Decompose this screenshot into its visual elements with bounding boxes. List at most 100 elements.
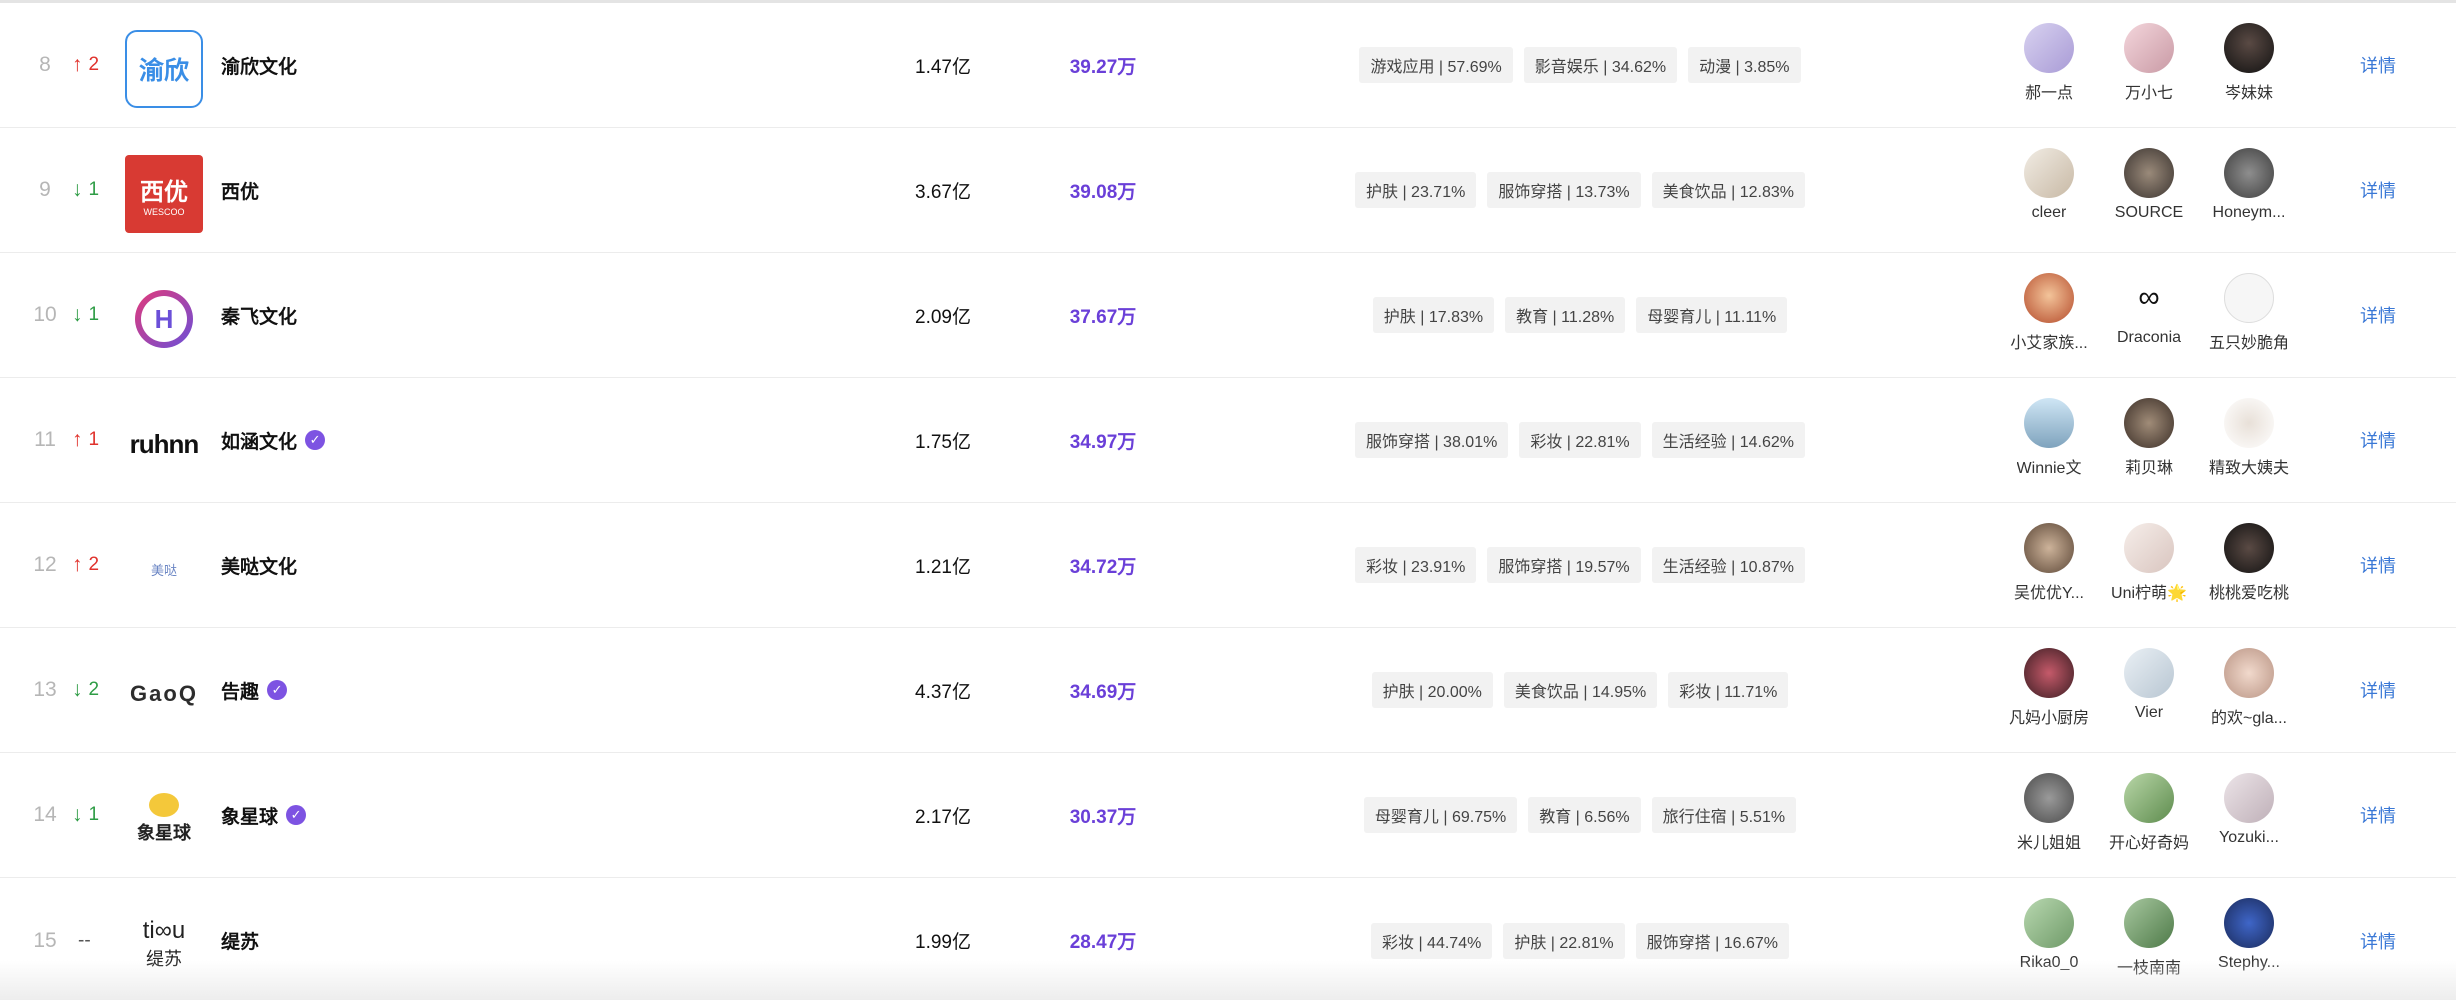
company-name[interactable]: 告趣 ✓ xyxy=(221,628,288,752)
fans-count: 2.17亿 xyxy=(915,806,971,828)
kol-item[interactable]: cleer xyxy=(1999,148,2099,236)
detail-link[interactable]: 详情 xyxy=(2360,753,2396,877)
kol-item[interactable]: 岑妹妹 xyxy=(2199,23,2299,111)
avatar[interactable] xyxy=(2124,148,2174,198)
company-logo[interactable]: 西优 WESCOO xyxy=(125,155,203,233)
category-tag: 彩妆 | 22.81% xyxy=(1519,422,1641,458)
kol-item[interactable]: 的欢~gla... xyxy=(2199,648,2299,736)
kol-item[interactable]: 万小七 xyxy=(2099,23,2199,111)
avatar[interactable] xyxy=(2024,523,2074,573)
avatar[interactable] xyxy=(2224,523,2274,573)
top-kols: 凡妈小厨房 Vier 的欢~gla... xyxy=(1999,648,2299,736)
avatar[interactable] xyxy=(2124,23,2174,73)
top-kols: 郝一点 万小七 岑妹妹 xyxy=(1999,23,2299,111)
category-tag: 护肤 | 17.83% xyxy=(1372,297,1495,333)
kol-name: Yozuki... xyxy=(2219,829,2279,846)
avatar[interactable] xyxy=(2224,398,2274,448)
category-tag: 服饰穿搭 | 38.01% xyxy=(1355,422,1509,458)
company-name[interactable]: 美哒文化 xyxy=(221,503,297,627)
kol-item[interactable]: 五只妙脆角 xyxy=(2199,273,2299,361)
scroll-fade xyxy=(0,960,2456,1000)
avatar[interactable] xyxy=(2224,148,2274,198)
avatar[interactable] xyxy=(2024,648,2074,698)
company-name[interactable]: 如涵文化 ✓ xyxy=(221,378,326,502)
company-name[interactable]: 象星球 ✓ xyxy=(221,753,307,877)
rank-number: 10 xyxy=(33,303,57,326)
category-tag: 护肤 | 23.71% xyxy=(1355,172,1477,208)
rank-number: 12 xyxy=(33,553,57,576)
category-tag: 旅行住宿 | 5.51% xyxy=(1651,797,1797,833)
detail-link[interactable]: 详情 xyxy=(2360,503,2396,627)
avatar[interactable] xyxy=(2224,23,2274,73)
kol-name: 小艾家族... xyxy=(2010,335,2088,352)
kol-item[interactable]: 小艾家族... xyxy=(1999,273,2099,361)
avatar[interactable] xyxy=(2124,898,2174,948)
category-tag: 游戏应用 | 57.69% xyxy=(1359,47,1513,83)
kol-name: 的欢~gla... xyxy=(2210,710,2288,727)
avatar[interactable] xyxy=(2024,773,2074,823)
table-row: 8 ↑ 2 渝欣 渝欣文化 1.47亿 39.27万 游戏应用 | 57.69%… xyxy=(0,3,2456,128)
kol-item[interactable]: Uni柠萌🌟 xyxy=(2099,523,2199,611)
kol-item[interactable]: SOURCE xyxy=(2099,148,2199,236)
kol-item[interactable]: 米儿姐姐 xyxy=(1999,773,2099,861)
detail-link[interactable]: 详情 xyxy=(2360,3,2396,127)
avatar[interactable] xyxy=(2224,773,2274,823)
kol-name: 五只妙脆角 xyxy=(2208,335,2289,352)
avatar[interactable] xyxy=(2124,648,2174,698)
rank-change-value: 1 xyxy=(88,429,100,450)
kol-name: Honeym... xyxy=(2212,204,2286,221)
kol-item[interactable]: 郝一点 xyxy=(1999,23,2099,111)
avatar[interactable] xyxy=(2124,773,2174,823)
company-name[interactable]: 秦飞文化 xyxy=(221,253,297,377)
detail-link[interactable]: 详情 xyxy=(2360,628,2396,752)
top-kols: 米儿姐姐 开心好奇妈 Yozuki... xyxy=(1999,773,2299,861)
avatar[interactable] xyxy=(2224,898,2274,948)
kol-item[interactable]: 精致大姨夫 xyxy=(2199,398,2299,486)
avatar[interactable] xyxy=(2024,398,2074,448)
arrow-up-icon: ↑ xyxy=(72,553,83,576)
company-logo[interactable]: ruhnn xyxy=(125,405,203,483)
kol-item[interactable]: 吴优优Y... xyxy=(1999,523,2099,611)
detail-link[interactable]: 详情 xyxy=(2360,253,2396,377)
avatar[interactable] xyxy=(2124,398,2174,448)
kol-item[interactable]: Yozuki... xyxy=(2199,773,2299,861)
kol-item[interactable]: 莉贝琳 xyxy=(2099,398,2199,486)
rank-change-value: 2 xyxy=(88,679,100,700)
kol-item[interactable]: Winnie文 xyxy=(1999,398,2099,486)
kol-item[interactable]: Vier xyxy=(2099,648,2199,736)
category-tags: 护肤 | 17.83% 教育 | 11.28% 母婴育儿 | 11.11% xyxy=(1300,253,1860,377)
company-name[interactable]: 渝欣文化 xyxy=(221,3,297,127)
kol-item[interactable]: 桃桃爱吃桃 xyxy=(2199,523,2299,611)
table-row: 10 ↓ 1 H 秦飞文化 2.09亿 37.67万 护肤 | 17.83% 教… xyxy=(0,253,2456,378)
kol-name: Draconia xyxy=(2116,329,2182,346)
company-logo[interactable]: 美哒 xyxy=(125,530,203,608)
avatar[interactable] xyxy=(2224,648,2274,698)
detail-link[interactable]: 详情 xyxy=(2360,378,2396,502)
avatar[interactable] xyxy=(2024,23,2074,73)
avatar[interactable] xyxy=(2024,273,2074,323)
kol-item[interactable]: ∞ Draconia xyxy=(2099,273,2199,361)
kol-item[interactable]: 开心好奇妈 xyxy=(2099,773,2199,861)
top-kols: Winnie文 莉贝琳 精致大姨夫 xyxy=(1999,398,2299,486)
infinity-icon[interactable]: ∞ xyxy=(2124,273,2174,323)
company-logo[interactable]: 渝欣 xyxy=(125,30,203,108)
kol-name: 郝一点 xyxy=(2024,85,2073,102)
kol-item[interactable]: 凡妈小厨房 xyxy=(1999,648,2099,736)
table-row: 11 ↑ 1 ruhnn 如涵文化 ✓ 1.75亿 34.97万 服饰穿搭 | … xyxy=(0,378,2456,503)
fans-count: 1.47亿 xyxy=(915,56,971,78)
company-name[interactable]: 西优 xyxy=(221,128,259,252)
category-tags: 母婴育儿 | 69.75% 教育 | 6.56% 旅行住宿 | 5.51% xyxy=(1300,753,1860,877)
kol-name: 精致大姨夫 xyxy=(2208,460,2289,477)
rank-change-value: 2 xyxy=(88,554,100,575)
company-logo[interactable]: 象星球 xyxy=(125,780,203,858)
avatar[interactable] xyxy=(2024,148,2074,198)
category-tag: 影音娱乐 | 34.62% xyxy=(1523,47,1678,83)
detail-link[interactable]: 详情 xyxy=(2360,128,2396,252)
kol-item[interactable]: Honeym... xyxy=(2199,148,2299,236)
company-logo[interactable]: GaoQ xyxy=(125,655,203,733)
avatar[interactable] xyxy=(2224,273,2274,323)
table-row: 13 ↓ 2 GaoQ 告趣 ✓ 4.37亿 34.69万 护肤 | 20.00… xyxy=(0,628,2456,753)
company-logo[interactable]: H xyxy=(125,280,203,358)
avatar[interactable] xyxy=(2024,898,2074,948)
avatar[interactable] xyxy=(2124,523,2174,573)
